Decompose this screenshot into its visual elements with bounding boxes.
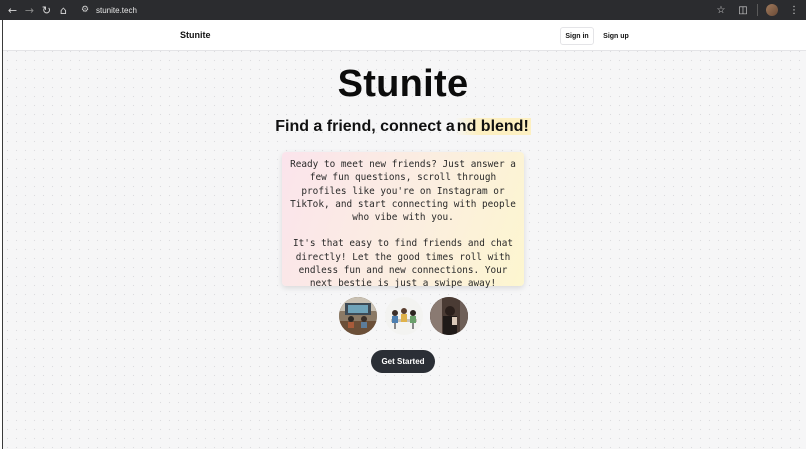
back-arrow-icon[interactable]: ←: [4, 1, 21, 19]
home-icon[interactable]: ⌂: [55, 1, 72, 19]
intro-paragraph-2: It's that easy to find friends and chat …: [292, 238, 514, 290]
site-header: Stunite Sign in Sign up: [3, 20, 806, 51]
intro-card: Ready to meet new friends? Just answer a…: [282, 152, 524, 289]
get-started-button[interactable]: Get Started: [371, 350, 435, 373]
profile-avatar[interactable]: [764, 2, 780, 18]
tagline-text: Find a friend, connect a: [275, 118, 455, 135]
friends-photo-3: [430, 297, 468, 335]
sign-in-button[interactable]: Sign in: [560, 27, 594, 45]
hero-tagline: Find a friend, connect a nd blend!: [0, 118, 806, 136]
address-bar[interactable]: ⚙ stunite.tech: [78, 0, 137, 20]
url-text[interactable]: stunite.tech: [96, 6, 137, 15]
toolbar-divider: [757, 4, 758, 16]
sign-up-button[interactable]: Sign up: [599, 27, 633, 45]
menu-kebab-icon[interactable]: ⋮: [786, 2, 802, 18]
extensions-icon[interactable]: ◫: [735, 2, 751, 18]
friends-photo-1: [339, 297, 377, 335]
friends-photo-2: [385, 297, 423, 335]
site-info-icon[interactable]: ⚙: [78, 3, 92, 17]
browser-toolbar: ← → ↻ ⌂ ⚙ stunite.tech ☆ ◫ ⋮: [0, 0, 806, 20]
brand-logo-text[interactable]: Stunite: [180, 30, 211, 40]
forward-arrow-icon[interactable]: →: [21, 1, 38, 19]
photo-strip: [339, 297, 469, 337]
profile-avatar-icon: [766, 4, 778, 16]
hero-title: Stunite: [337, 63, 469, 105]
bookmark-star-icon[interactable]: ☆: [713, 2, 729, 18]
tagline-highlight: nd blend!: [454, 118, 531, 135]
intro-paragraph-1: Ready to meet new friends? Just answer a…: [290, 159, 516, 224]
reload-icon[interactable]: ↻: [38, 1, 55, 19]
